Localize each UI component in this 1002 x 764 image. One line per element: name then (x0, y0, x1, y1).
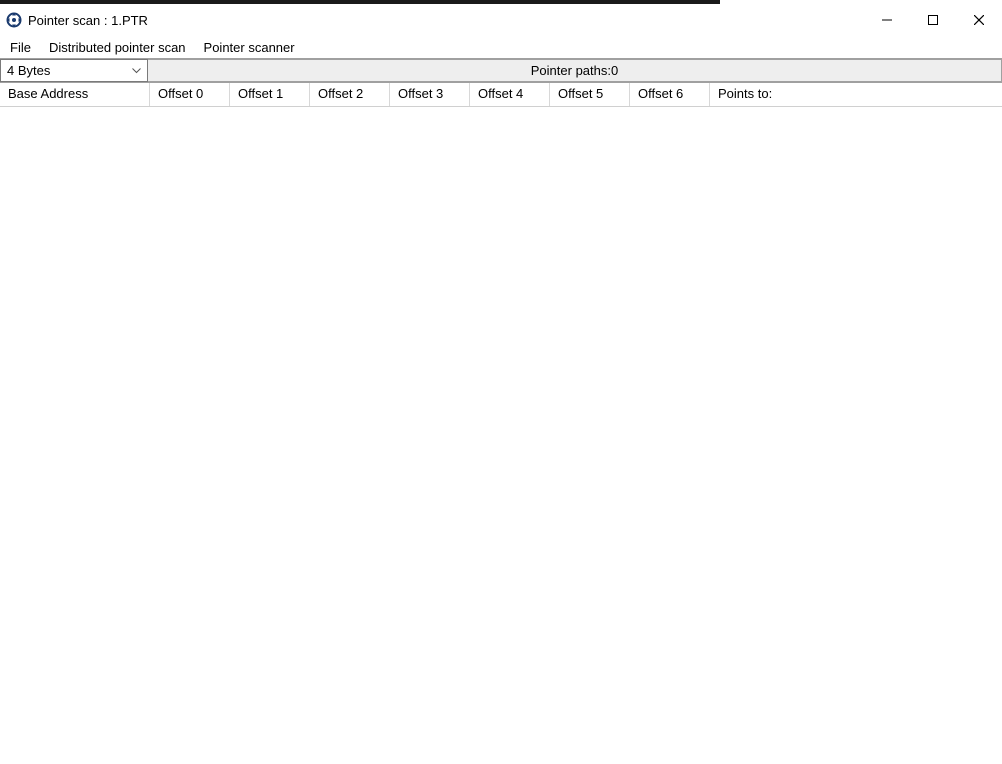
column-offset-6[interactable]: Offset 6 (630, 83, 710, 106)
table-header-row: Base Address Offset 0 Offset 1 Offset 2 … (0, 83, 1002, 107)
value-type-selected: 4 Bytes (7, 63, 50, 78)
menu-file[interactable]: File (8, 38, 33, 57)
menu-pointer-scanner[interactable]: Pointer scanner (202, 38, 297, 57)
column-offset-1[interactable]: Offset 1 (230, 83, 310, 106)
title-left: Pointer scan : 1.PTR (6, 12, 148, 28)
results-table: Base Address Offset 0 Offset 1 Offset 2 … (0, 82, 1002, 747)
title-bar: Pointer scan : 1.PTR (0, 4, 1002, 36)
status-bar: Pointer paths:0 (148, 59, 1002, 82)
column-offset-3[interactable]: Offset 3 (390, 83, 470, 106)
column-offset-0[interactable]: Offset 0 (150, 83, 230, 106)
window-title: Pointer scan : 1.PTR (28, 13, 148, 28)
menu-bar: File Distributed pointer scan Pointer sc… (0, 36, 1002, 58)
close-button[interactable] (956, 4, 1002, 36)
table-body[interactable] (0, 107, 1002, 747)
column-offset-5[interactable]: Offset 5 (550, 83, 630, 106)
top-dark-strip (0, 0, 720, 4)
chevron-down-icon (132, 68, 141, 74)
minimize-button[interactable] (864, 4, 910, 36)
column-offset-2[interactable]: Offset 2 (310, 83, 390, 106)
column-points-to[interactable]: Points to: (710, 83, 810, 106)
column-base-address[interactable]: Base Address (0, 83, 150, 106)
app-icon (6, 12, 22, 28)
value-type-dropdown[interactable]: 4 Bytes (0, 59, 148, 82)
menu-distributed-pointer-scan[interactable]: Distributed pointer scan (47, 38, 188, 57)
toolbar-row: 4 Bytes Pointer paths:0 (0, 58, 1002, 82)
column-offset-4[interactable]: Offset 4 (470, 83, 550, 106)
maximize-button[interactable] (910, 4, 956, 36)
pointer-paths-count: Pointer paths:0 (531, 63, 618, 78)
window-controls (864, 4, 1002, 36)
